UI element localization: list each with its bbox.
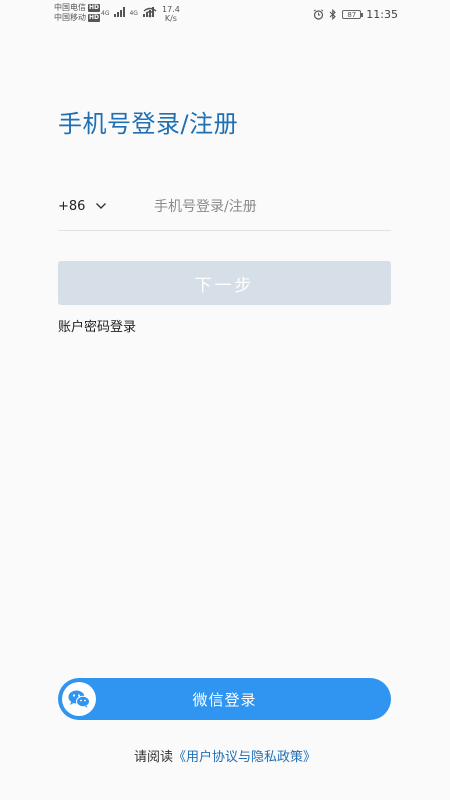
phone-number-input[interactable]: [152, 192, 386, 222]
network-speed: 17.4 K/s: [162, 5, 180, 23]
chevron-down-icon: [96, 203, 107, 209]
bluetooth-icon: [329, 9, 337, 20]
hd-badge: HD: [88, 14, 101, 22]
battery-level: 87: [347, 11, 357, 19]
phone-input-row: +86: [58, 186, 391, 231]
wechat-logo-icon: [68, 690, 90, 708]
status-right: 87 11:35: [313, 8, 398, 21]
speed-unit: K/s: [164, 14, 177, 23]
alarm-icon: [313, 9, 324, 20]
agreement-text: 请阅读《用户协议与隐私政策》: [0, 746, 450, 765]
hd-badge: HD: [88, 4, 101, 12]
next-step-button[interactable]: 下一步: [58, 261, 391, 305]
agreement-prefix: 请阅读: [133, 750, 173, 765]
page-title: 手机号登录/注册: [58, 110, 239, 138]
password-login-link[interactable]: 账户密码登录: [58, 316, 136, 335]
network-2-label: 4G: [129, 10, 138, 17]
signal-bars-1: [114, 6, 126, 17]
carrier-info: 中国电信 HD 中国移动 HD: [54, 3, 101, 23]
network-1-label: 4G: [101, 10, 110, 17]
wechat-login-label: 微信登录: [192, 690, 257, 709]
country-code-label: +86: [58, 198, 86, 214]
agreement-link[interactable]: 《用户协议与隐私政策》: [173, 750, 316, 765]
wechat-login-button[interactable]: 微信登录: [58, 678, 391, 720]
carrier-2-label: 中国移动: [54, 13, 86, 22]
country-code-selector[interactable]: +86: [58, 186, 107, 226]
clock: 11:35: [366, 8, 398, 21]
battery-icon: 87: [342, 10, 364, 19]
carrier-1-label: 中国电信: [54, 3, 86, 12]
wechat-icon: [62, 682, 96, 716]
status-bar: 中国电信 HD 中国移动 HD 4G 4G 17.4 K/s 87 11:35: [0, 0, 450, 30]
wifi-icon: [143, 7, 157, 18]
speed-value: 17.4: [162, 5, 180, 14]
